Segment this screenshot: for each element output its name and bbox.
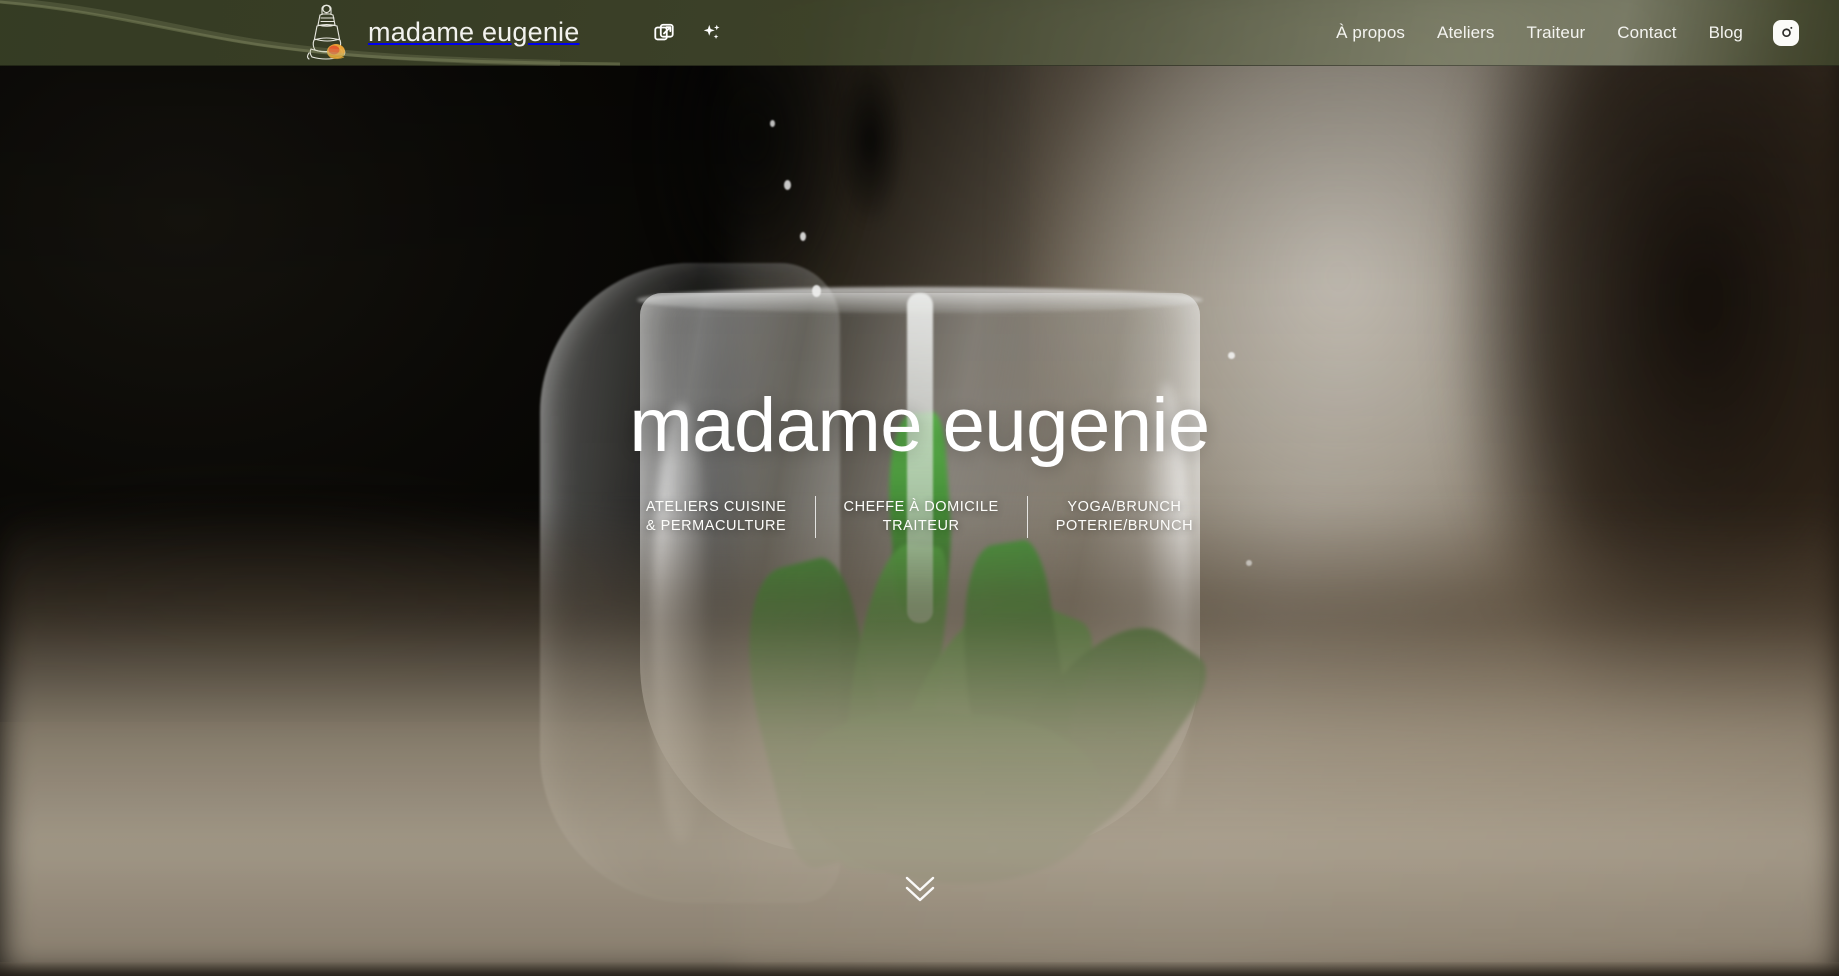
nav-link-a-propos[interactable]: À propos — [1320, 15, 1421, 51]
brand-home-link[interactable]: madame eugenie — [300, 4, 579, 62]
site-header: madame eugenie À propos Ateliers Traiteu… — [0, 0, 1839, 66]
nav-link-contact[interactable]: Contact — [1601, 15, 1692, 51]
instagram-link[interactable] — [1773, 19, 1799, 46]
hero-background-video — [0, 0, 1839, 976]
nav-link-traiteur[interactable]: Traiteur — [1511, 15, 1602, 51]
brand-name: madame eugenie — [368, 17, 580, 47]
nav-link-ateliers[interactable]: Ateliers — [1421, 15, 1511, 51]
page-root: madame eugenie À propos Ateliers Traiteu… — [0, 0, 1839, 976]
header-tools — [653, 22, 723, 44]
nav-link-blog[interactable]: Blog — [1693, 15, 1759, 51]
open-external-icon[interactable] — [653, 22, 675, 44]
sparkles-icon[interactable] — [701, 22, 723, 44]
chevron-double-down-icon[interactable] — [899, 872, 941, 906]
hero-color-grade — [0, 0, 1839, 976]
instagram-icon — [1781, 26, 1792, 38]
seated-figure-line-art-logo — [306, 4, 346, 60]
main-navigation: À propos Ateliers Traiteur Contact Blog — [1320, 15, 1799, 51]
